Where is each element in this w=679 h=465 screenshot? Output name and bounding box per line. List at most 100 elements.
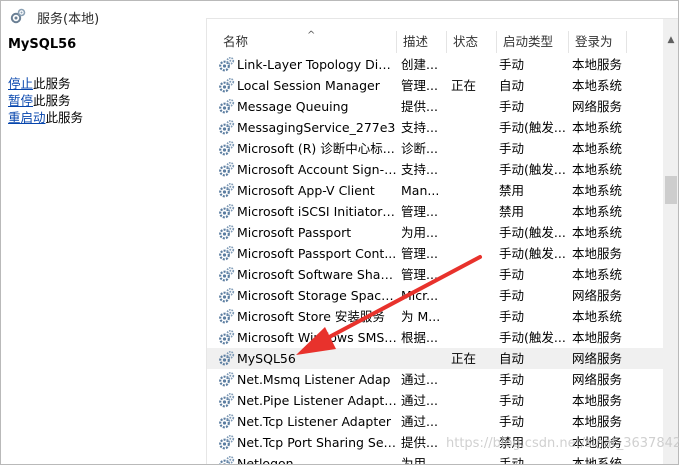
- service-name-cell: Microsoft Store 安装服务: [237, 309, 385, 324]
- table-row[interactable]: Net.Tcp Listener Adapter 通过... 手动 本地服务: [207, 411, 663, 432]
- services-window: 服务(本地) MySQL56 停止此服务 暂停此服务 重启动此服务 名称 ^ 描…: [0, 0, 679, 465]
- service-gear-icon: [218, 203, 235, 220]
- service-desc-cell: 通过...: [401, 372, 438, 387]
- service-name-cell: Microsoft Account Sign-i...: [237, 162, 397, 177]
- service-gear-icon: [218, 182, 235, 199]
- service-status-cell: [451, 159, 493, 180]
- sort-ascending-icon: ^: [307, 30, 316, 41]
- service-name-cell: MySQL56: [237, 351, 296, 366]
- service-startup-cell: 手动(触发...: [499, 225, 566, 240]
- service-name-cell: Net.Pipe Listener Adapter: [237, 393, 397, 408]
- service-gear-icon: [218, 161, 235, 178]
- column-header-desc-label: 描述: [403, 34, 429, 49]
- table-row[interactable]: Microsoft App-V Client Man... 禁用 本地系统: [207, 180, 663, 201]
- service-gear-icon: [218, 287, 235, 304]
- service-logon-cell: 本地服务: [572, 57, 623, 72]
- table-row[interactable]: Microsoft Account Sign-i... 支持... 手动(触发...…: [207, 159, 663, 180]
- service-startup-cell: 手动: [499, 57, 525, 72]
- table-row[interactable]: Microsoft Store 安装服务 为 M... 手动 本地系统: [207, 306, 663, 327]
- table-row[interactable]: Net.Pipe Listener Adapter 通过... 手动 本地服务: [207, 390, 663, 411]
- service-startup-cell: 手动: [499, 309, 525, 324]
- service-logon-cell: 网络服务: [572, 372, 623, 387]
- column-header-status[interactable]: 状态: [447, 31, 497, 53]
- service-gear-icon: [218, 56, 235, 73]
- service-gear-icon: [218, 98, 235, 115]
- service-startup-cell: 手动: [499, 456, 525, 465]
- service-gear-icon: [218, 413, 235, 430]
- service-desc-cell: 为用...: [401, 225, 438, 240]
- service-name-cell: Local Session Manager: [237, 78, 380, 93]
- service-status-cell: [451, 285, 493, 306]
- service-startup-cell: 手动: [499, 99, 525, 114]
- service-status-cell: [451, 201, 493, 222]
- table-row[interactable]: Microsoft Passport 为用... 手动(触发... 本地系统: [207, 222, 663, 243]
- table-row[interactable]: Microsoft iSCSI Initiator ... 管理... 禁用 本地系统: [207, 201, 663, 222]
- table-row[interactable]: Local Session Manager 管理... 正在 自动 本地系统: [207, 75, 663, 96]
- stop-service-suffix: 此服务: [33, 76, 71, 91]
- service-startup-cell: 自动: [499, 78, 525, 93]
- service-status-cell: [451, 117, 493, 138]
- service-gear-icon: [218, 350, 235, 367]
- service-startup-cell: 手动(触发...: [499, 246, 566, 261]
- service-desc-cell: 通过...: [401, 393, 438, 408]
- service-desc-cell: Micr...: [401, 288, 439, 303]
- service-startup-cell: 手动: [499, 141, 525, 156]
- service-name-cell: Microsoft App-V Client: [237, 183, 375, 198]
- service-desc-cell: 为用...: [401, 456, 438, 465]
- service-status-cell: 正在: [451, 351, 477, 366]
- service-status-cell: 正在: [451, 78, 477, 93]
- table-row[interactable]: Microsoft Storage Space... Micr... 手动 网络服务: [207, 285, 663, 306]
- table-row[interactable]: Microsoft Windows SMS ... 根据... 手动(触发... 本地…: [207, 327, 663, 348]
- service-gear-icon: [218, 392, 235, 409]
- service-status-cell: [451, 327, 493, 348]
- service-desc-cell: 管理...: [401, 267, 438, 282]
- service-logon-cell: 网络服务: [572, 99, 623, 114]
- service-status-cell: [451, 411, 493, 432]
- service-logon-cell: 本地系统: [572, 78, 623, 93]
- table-row[interactable]: Net.Msmq Listener Adap 通过... 手动 网络服务: [207, 369, 663, 390]
- service-logon-cell: 网络服务: [572, 288, 623, 303]
- service-gear-icon: [218, 140, 235, 157]
- service-logon-cell: 本地服务: [572, 330, 623, 345]
- service-startup-cell: 手动: [499, 372, 525, 387]
- table-row-selected[interactable]: MySQL56 正在 自动 网络服务: [207, 348, 663, 369]
- table-row[interactable]: Link-Layer Topology Disc... 创建... 手动 本地服务: [207, 54, 663, 75]
- table-row[interactable]: Microsoft Software Shad... 管理... 手动 本地系统: [207, 264, 663, 285]
- service-name-cell: Microsoft Storage Space...: [237, 288, 397, 303]
- service-logon-cell: 本地系统: [572, 204, 623, 219]
- service-name-cell: Microsoft Windows SMS ...: [237, 330, 397, 345]
- scroll-thumb[interactable]: [665, 176, 677, 204]
- table-row[interactable]: Microsoft Passport Cont... 管理... 手动(触发... 本…: [207, 243, 663, 264]
- service-name-cell: Net.Msmq Listener Adap: [237, 372, 391, 387]
- column-header-startup[interactable]: 启动类型: [497, 31, 569, 53]
- table-row[interactable]: Message Queuing 提供... 手动 网络服务: [207, 96, 663, 117]
- service-status-cell: [451, 180, 493, 201]
- table-row[interactable]: Netlogon 为用... 手动 本地系统: [207, 453, 663, 465]
- column-header-name[interactable]: 名称 ^: [217, 30, 397, 53]
- service-status-cell: [451, 264, 493, 285]
- pause-service-link[interactable]: 暂停: [8, 93, 33, 108]
- scroll-up-icon[interactable]: ▲: [663, 32, 678, 48]
- service-status-cell: [451, 243, 493, 264]
- column-header-logon[interactable]: 登录为: [569, 31, 627, 53]
- service-startup-cell: 手动: [499, 393, 525, 408]
- column-header-desc[interactable]: 描述: [397, 31, 447, 53]
- service-gear-icon: [218, 266, 235, 283]
- vertical-scrollbar[interactable]: ▲: [663, 19, 678, 464]
- service-logon-cell: 本地系统: [572, 162, 623, 177]
- service-logon-cell: 本地服务: [572, 414, 623, 429]
- restart-service-link[interactable]: 重启动: [8, 110, 46, 125]
- service-startup-cell: 手动: [499, 267, 525, 282]
- column-header-name-label: 名称: [223, 34, 249, 49]
- restart-service-action: 重启动此服务: [8, 107, 83, 126]
- service-desc-cell: 根据...: [401, 330, 438, 345]
- table-row[interactable]: MessagingService_277e3 支持... 手动(触发... 本地系统: [207, 117, 663, 138]
- service-logon-cell: 本地系统: [572, 120, 623, 135]
- stop-service-link[interactable]: 停止: [8, 76, 33, 91]
- watermark: https://blog.csdn.net/sinat_36378429: [446, 436, 679, 451]
- table-row[interactable]: Microsoft (R) 诊断中心标... 诊断... 手动 本地系统: [207, 138, 663, 159]
- service-status-cell: [451, 54, 493, 75]
- service-startup-cell: 禁用: [499, 204, 525, 219]
- service-detail-pane: MySQL56 停止此服务 暂停此服务 重启动此服务: [1, 32, 206, 464]
- service-desc-cell: 为 M...: [401, 309, 441, 324]
